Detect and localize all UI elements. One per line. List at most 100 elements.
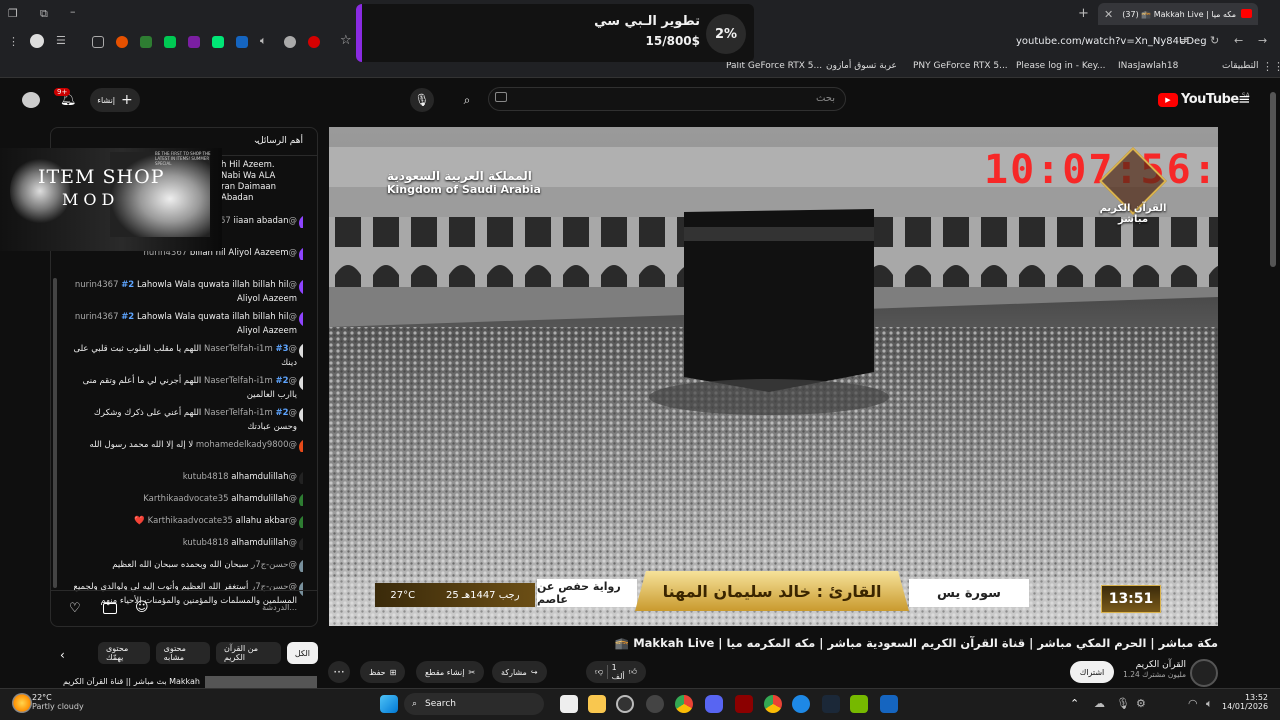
extension-green-icon[interactable] <box>140 36 152 48</box>
menu-dots-icon[interactable]: ⋮ <box>8 35 19 48</box>
like-count[interactable]: 1 ألف <box>612 663 625 681</box>
avatar[interactable] <box>299 493 303 506</box>
tray-volume-icon[interactable]: 🔈︎ <box>1206 697 1213 711</box>
apps-grid-icon[interactable]: ⋮⋮ <box>1262 60 1280 73</box>
chip-similar[interactable]: محتوى مشابه <box>155 642 210 664</box>
chip-all[interactable]: الكل <box>286 642 318 664</box>
blue-app-icon[interactable] <box>880 695 898 713</box>
chrome-profile-icon[interactable] <box>764 695 782 713</box>
chat-mode-label[interactable]: أهم الرسائل <box>257 136 303 146</box>
active-tab[interactable]: ✕ (37) 🕋 Makkah Live | مكه ميا <box>1098 3 1258 25</box>
avatar[interactable] <box>299 343 303 359</box>
share-button[interactable]: مشاركة ↪ <box>492 661 547 683</box>
guide-menu-icon[interactable]: ≡ <box>1238 90 1251 108</box>
profile-icon[interactable] <box>30 34 44 48</box>
avatar[interactable] <box>299 407 303 423</box>
avatar[interactable] <box>299 215 303 228</box>
bookmark-amazon-cart[interactable]: عربة تسوق أمازون <box>826 61 897 71</box>
next-video-thumbnail[interactable] <box>205 676 317 688</box>
discord-icon[interactable] <box>705 695 723 713</box>
create-button[interactable]: إنشاء + <box>90 88 140 112</box>
video-player[interactable]: المملكة العربية السعودية Kingdom of Saud… <box>329 127 1218 626</box>
chevron-down-icon[interactable]: ⌄ <box>253 135 261 146</box>
super-chat-icon[interactable] <box>103 603 117 614</box>
chat-author[interactable]: @حسن-ج7ر <box>251 560 297 570</box>
site-settings-icon[interactable]: ⇌ <box>1180 34 1189 47</box>
subscribe-button[interactable]: اشتراك <box>1070 661 1114 683</box>
next-video-title[interactable]: بث مباشر || قناة القرآن الكريم Makkah <box>60 677 200 686</box>
taskbar-search[interactable]: ⌕ Search <box>404 693 544 715</box>
bookmark-pny[interactable]: PNY GeForce RTX 5... <box>913 61 1008 71</box>
back-icon[interactable]: ← <box>1234 34 1243 47</box>
bookmark-palit[interactable]: Palit GeForce RTX 5... <box>726 61 822 71</box>
clip-button[interactable]: إنشاء مقطع ✂ <box>416 661 485 683</box>
chip-from-quran[interactable]: من القرآن الكريم <box>215 642 281 664</box>
settings-icon[interactable] <box>646 695 664 713</box>
heart-icon[interactable]: ♡ <box>69 601 81 616</box>
clock-widget[interactable]: 13:52 14/01/2026 <box>1222 693 1268 711</box>
page-scrollbar[interactable] <box>1270 92 1276 267</box>
search-button[interactable]: ⌕ <box>455 88 479 112</box>
more-actions-button[interactable]: ··· <box>328 661 350 683</box>
steam-icon[interactable] <box>822 695 840 713</box>
dislike-icon[interactable]: 👎︎ <box>595 667 603 677</box>
chat-author[interactable]: @mohamedelkady9800 <box>196 440 297 450</box>
avatar[interactable] <box>299 559 303 572</box>
chips-scroll-left-icon[interactable]: ‹ <box>60 648 65 662</box>
reading-list-icon[interactable]: ☰ <box>56 34 66 47</box>
extension-blue-icon[interactable] <box>236 36 248 48</box>
task-view-icon[interactable] <box>560 695 578 713</box>
extension-purple-icon[interactable] <box>188 36 200 48</box>
avatar[interactable] <box>299 375 303 391</box>
extension-grey-icon[interactable] <box>284 36 296 48</box>
chat-scrollbar[interactable] <box>53 278 57 588</box>
chrome-icon[interactable] <box>675 695 693 713</box>
tray-wifi-icon[interactable]: ◠ <box>1188 697 1198 710</box>
restore-window-icon[interactable]: ⧉ <box>40 7 48 21</box>
bookmark-inasjawlah[interactable]: INasJawlah18 <box>1118 61 1178 71</box>
restore-icon[interactable]: ❐ <box>8 7 18 20</box>
nvidia-icon[interactable] <box>850 695 868 713</box>
extension-k-icon[interactable] <box>164 36 176 48</box>
channel-avatar[interactable] <box>1190 659 1218 687</box>
reload-icon[interactable]: ↻ <box>1210 34 1219 47</box>
avatar[interactable] <box>299 311 303 327</box>
channel-name[interactable]: القرآن الكريم <box>1120 660 1186 670</box>
save-button[interactable]: حفظ ⊞ <box>360 661 406 683</box>
minimize-icon[interactable]: – <box>70 5 76 18</box>
url-text[interactable]: youtube.com/watch?v=Xn_Ny84UDeg <box>1016 36 1207 47</box>
like-icon[interactable]: 👍︎ <box>629 667 637 677</box>
bookmark-apps[interactable]: التطبيقات <box>1222 61 1259 71</box>
avatar[interactable] <box>22 92 40 108</box>
extensions-icon[interactable] <box>92 36 104 48</box>
chip-for-you[interactable]: محتوى يهمّك <box>98 642 150 664</box>
tray-vpn-icon[interactable]: ⚙ <box>1136 697 1146 710</box>
avatar[interactable] <box>299 537 303 550</box>
avatar[interactable] <box>299 247 303 260</box>
tray-cloud-icon[interactable]: ☁ <box>1094 697 1105 710</box>
red-app-icon[interactable] <box>735 695 753 713</box>
extension-kick-icon[interactable] <box>212 36 224 48</box>
windows-start-icon[interactable] <box>380 695 398 713</box>
avatar[interactable] <box>299 279 303 295</box>
tray-chevron-icon[interactable]: ⌃ <box>1070 697 1079 710</box>
weather-widget[interactable]: 22°C Partly cloudy <box>32 693 84 711</box>
bookmark-keydrop[interactable]: Please log in - Key... <box>1016 61 1105 71</box>
close-tab-icon[interactable]: ✕ <box>1104 8 1113 21</box>
emoji-icon[interactable]: ☺ <box>135 600 149 615</box>
avatar[interactable] <box>299 515 303 528</box>
tray-mic-icon[interactable]: 🎙︎ <box>1116 697 1130 710</box>
app-circle-icon[interactable] <box>616 695 634 713</box>
bookmark-star-icon[interactable]: ☆ <box>340 33 352 48</box>
file-explorer-icon[interactable] <box>588 695 606 713</box>
keyboard-icon[interactable] <box>495 92 507 102</box>
volume-icon[interactable]: 🔈︎ <box>260 34 267 48</box>
avatar[interactable] <box>299 439 303 452</box>
search-input[interactable]: بحث <box>488 87 846 111</box>
chat-input-field[interactable]: الدردشة... <box>262 603 297 612</box>
edge-icon[interactable] <box>792 695 810 713</box>
youtube-logo[interactable]: ▶ YouTube SA <box>1158 92 1250 107</box>
voice-search-button[interactable]: 🎙︎ <box>410 88 434 112</box>
extension-red-icon[interactable] <box>308 36 320 48</box>
avatar[interactable] <box>299 471 303 484</box>
